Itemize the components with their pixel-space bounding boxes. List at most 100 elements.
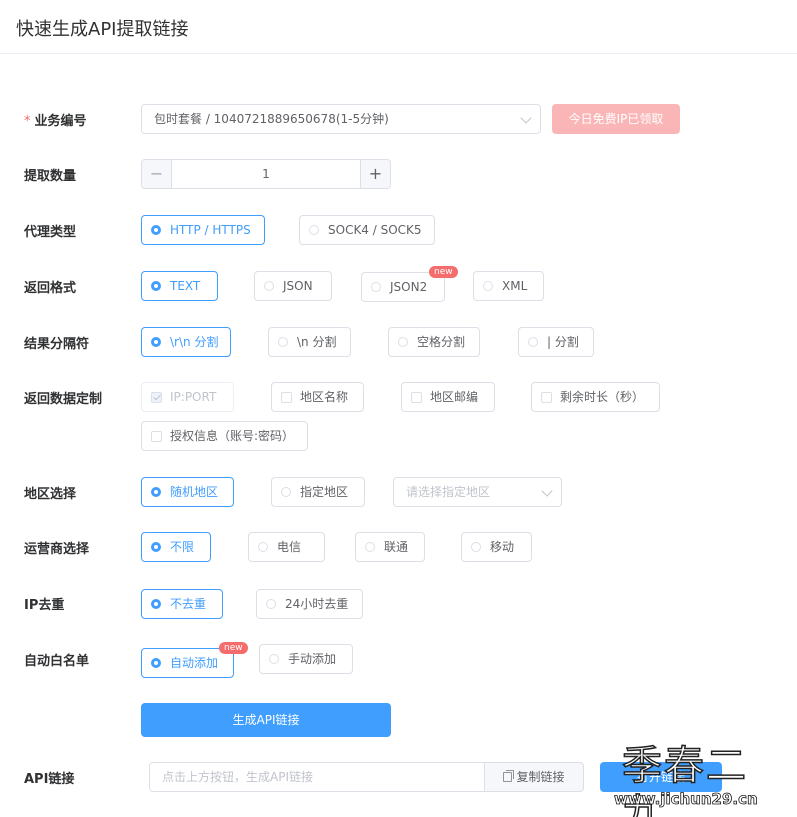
radio-label: 不限 <box>170 540 195 554</box>
radio-label: 不去重 <box>170 597 207 611</box>
new-badge: new <box>219 642 248 654</box>
radio-label: 移动 <box>490 540 515 554</box>
radio-label: HTTP / HTTPS <box>170 223 251 237</box>
separator-label: 结果分隔符 <box>24 337 90 352</box>
copy-link-button[interactable]: 复制链接 <box>485 762 584 792</box>
radio-text[interactable]: TEXT <box>141 271 218 301</box>
radio-icon <box>264 281 274 291</box>
radio-icon <box>471 542 481 552</box>
radio-icon <box>278 337 288 347</box>
checkbox-zip[interactable]: 地区邮编 <box>401 382 495 412</box>
radio-icon <box>151 281 161 291</box>
checkbox-ip-port[interactable]: IP:PORT <box>141 382 234 412</box>
checkbox-ttl[interactable]: 剩余时长（秒） <box>531 382 660 412</box>
radio-label: 24小时去重 <box>285 597 349 611</box>
radio-icon <box>281 487 291 497</box>
radio-no-dedup[interactable]: 不去重 <box>141 589 223 619</box>
region-label: 地区选择 <box>24 487 77 502</box>
radio-specific-region[interactable]: 指定地区 <box>271 477 365 507</box>
isp-label: 运营商选择 <box>24 542 90 557</box>
radio-isp-unicom[interactable]: 联通 <box>355 532 425 562</box>
region-select[interactable]: 请选择指定地区 <box>393 477 562 507</box>
radio-icon <box>266 599 276 609</box>
checkbox-icon <box>411 392 422 403</box>
custom-label: 返回数据定制 <box>24 392 103 407</box>
radio-label: 手动添加 <box>288 652 337 666</box>
radio-24h-dedup[interactable]: 24小时去重 <box>256 589 363 619</box>
generate-api-button[interactable]: 生成API链接 <box>141 703 391 737</box>
radio-icon <box>151 487 161 497</box>
checkbox-icon <box>541 392 552 403</box>
radio-label: 空格分割 <box>417 335 466 349</box>
radio-icon <box>151 658 161 668</box>
radio-icon <box>309 225 319 235</box>
radio-random-region[interactable]: 随机地区 <box>141 477 234 507</box>
region-select-placeholder: 请选择指定地区 <box>406 485 491 499</box>
quantity-stepper[interactable]: − 1 + <box>141 159 391 189</box>
checkbox-icon <box>151 431 162 442</box>
free-ip-button[interactable]: 今日免费IP已领取 <box>552 104 680 134</box>
page-header: 快速生成API提取链接 <box>0 0 797 54</box>
whitelist-label: 自动白名单 <box>24 654 90 669</box>
radio-isp-any[interactable]: 不限 <box>141 532 211 562</box>
radio-icon <box>269 654 279 664</box>
checkbox-label: 授权信息（账号:密码） <box>170 429 295 443</box>
dedup-label: IP去重 <box>24 598 65 613</box>
required-mark: * <box>24 114 31 129</box>
business-label: * 业务编号 <box>24 110 87 129</box>
radio-label: JSON <box>283 279 313 293</box>
radio-label: SOCK4 / SOCK5 <box>328 223 422 237</box>
checkbox-icon <box>151 392 162 403</box>
plus-button[interactable]: + <box>360 160 390 188</box>
api-link-placeholder: 点击上方按钮，生成API链接 <box>162 770 313 784</box>
new-badge: new <box>429 266 458 278</box>
radio-icon <box>398 337 408 347</box>
quantity-value[interactable]: 1 <box>172 160 360 188</box>
radio-sock[interactable]: SOCK4 / SOCK5 <box>299 215 435 245</box>
radio-label: XML <box>502 279 528 293</box>
watermark: 季春二九 www.jichun29.cn <box>614 742 774 817</box>
page-title: 快速生成API提取链接 <box>16 19 189 40</box>
radio-icon <box>151 599 161 609</box>
radio-json[interactable]: JSON <box>254 271 332 301</box>
business-label-text: 业务编号 <box>34 114 87 129</box>
radio-label: 指定地区 <box>300 485 349 499</box>
api-link-input[interactable]: 点击上方按钮，生成API链接 <box>149 762 485 792</box>
radio-label: | 分割 <box>547 335 579 349</box>
radio-icon <box>365 542 375 552</box>
radio-crlf[interactable]: \r\n 分割 <box>141 327 231 357</box>
radio-label: 电信 <box>277 540 302 554</box>
format-label: 返回格式 <box>24 281 77 296</box>
quantity-label: 提取数量 <box>24 169 77 184</box>
radio-icon <box>151 337 161 347</box>
radio-isp-mobile[interactable]: 移动 <box>461 532 532 562</box>
radio-icon <box>258 542 268 552</box>
watermark-url: www.jichun29.cn <box>614 790 758 809</box>
minus-button[interactable]: − <box>142 160 172 188</box>
chevron-down-icon <box>541 485 553 497</box>
radio-http[interactable]: HTTP / HTTPS <box>141 215 265 245</box>
radio-label: 联通 <box>384 540 409 554</box>
checkbox-label: 剩余时长（秒） <box>560 390 645 404</box>
checkbox-auth[interactable]: 授权信息（账号:密码） <box>141 421 308 451</box>
radio-label: 自动添加 <box>170 656 219 670</box>
radio-icon <box>483 281 493 291</box>
business-select[interactable]: 包时套餐 / 1040721889650678(1-5分钟) <box>141 104 541 134</box>
checkbox-label: 地区名称 <box>300 390 349 404</box>
radio-icon <box>371 282 381 292</box>
business-select-value: 包时套餐 / 1040721889650678(1-5分钟) <box>154 112 389 126</box>
checkbox-label: IP:PORT <box>170 390 217 404</box>
radio-label: JSON2 <box>390 280 428 294</box>
radio-lf[interactable]: \n 分割 <box>268 327 351 357</box>
radio-space[interactable]: 空格分割 <box>388 327 480 357</box>
radio-isp-telecom[interactable]: 电信 <box>248 532 325 562</box>
radio-xml[interactable]: XML <box>473 271 544 301</box>
checkbox-region-name[interactable]: 地区名称 <box>271 382 364 412</box>
radio-pipe[interactable]: | 分割 <box>518 327 594 357</box>
radio-manual-add[interactable]: 手动添加 <box>259 644 353 674</box>
radio-icon <box>528 337 538 347</box>
proxy-type-label: 代理类型 <box>24 225 77 240</box>
checkbox-label: 地区邮编 <box>430 390 479 404</box>
radio-label: \r\n 分割 <box>170 335 219 349</box>
copy-link-label: 复制链接 <box>516 770 565 784</box>
